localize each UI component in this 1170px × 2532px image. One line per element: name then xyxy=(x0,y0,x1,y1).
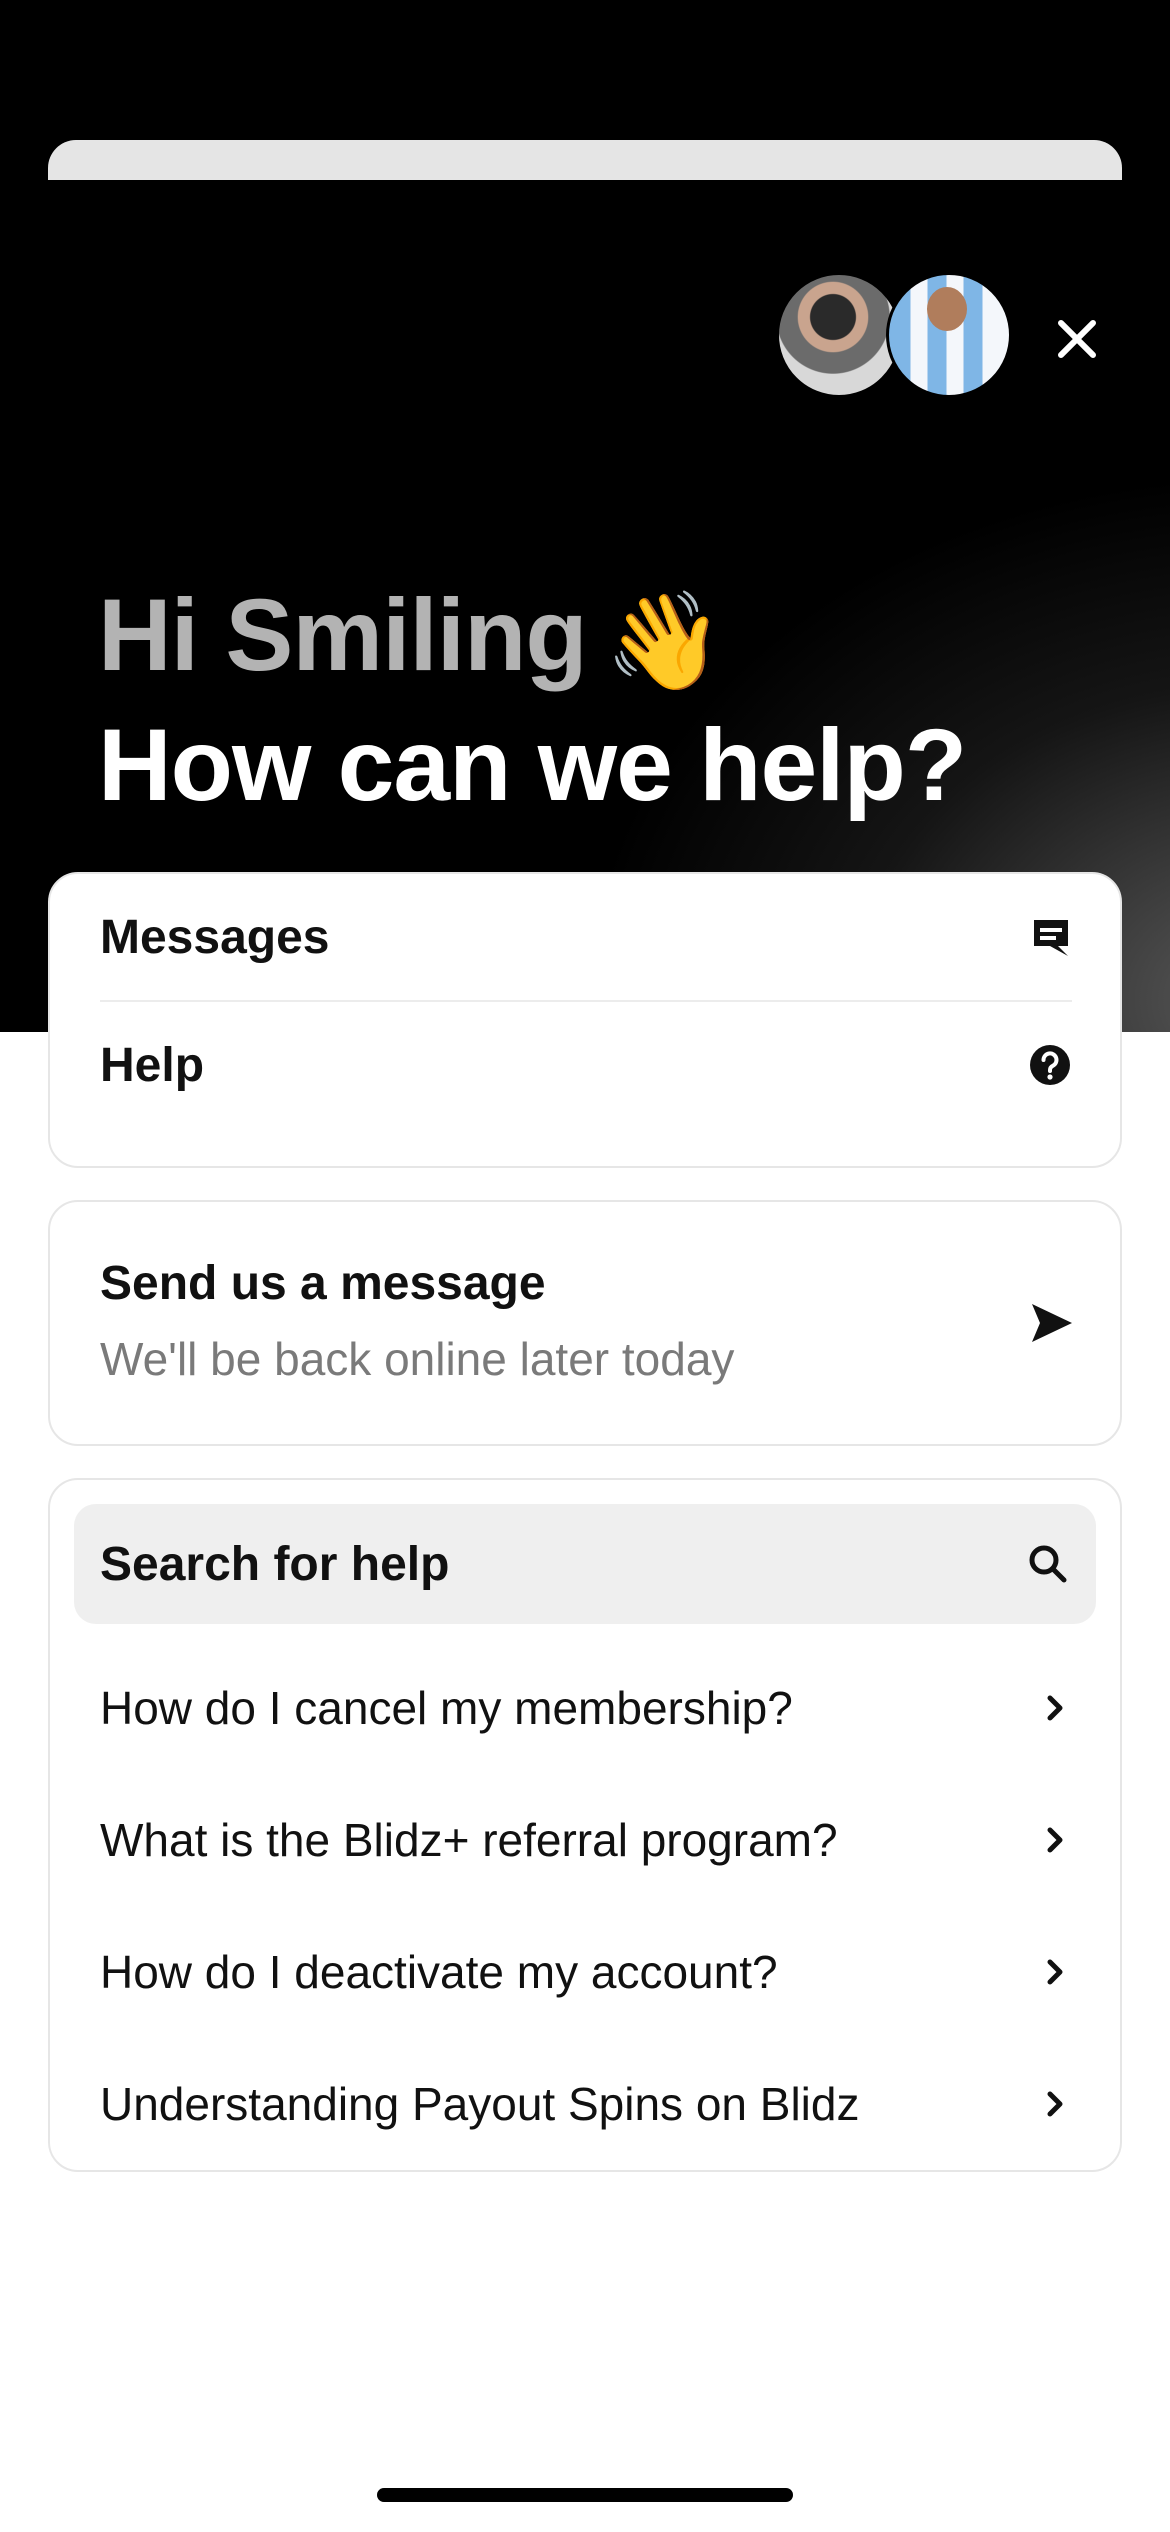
chevron-right-icon xyxy=(1047,1959,1063,1985)
article-title: What is the Blidz+ referral program? xyxy=(100,1814,838,1866)
wave-emoji: 👋 xyxy=(604,588,725,695)
chevron-right-icon xyxy=(1047,1827,1063,1853)
avatar xyxy=(776,272,902,398)
send-message-subtitle: We'll be back online later today xyxy=(100,1333,735,1385)
nav-card: Messages Help xyxy=(48,872,1122,1168)
article-link[interactable]: What is the Blidz+ referral program? xyxy=(100,1780,1072,1900)
close-icon xyxy=(1058,320,1096,358)
greeting-text: Hi Smiling 👋 xyxy=(98,575,725,702)
messages-icon xyxy=(1034,920,1068,956)
messages-label: Messages xyxy=(100,910,330,964)
home-indicator[interactable] xyxy=(377,2488,793,2502)
greeting-label: Hi Smiling xyxy=(98,578,588,692)
search-icon xyxy=(1029,1545,1067,1583)
avatar xyxy=(886,272,1012,398)
article-link[interactable]: Understanding Payout Spins on Blidz xyxy=(100,2044,1072,2164)
send-message-card[interactable]: Send us a message We'll be back online l… xyxy=(48,1200,1122,1446)
messages-button[interactable]: Messages xyxy=(100,874,1072,1002)
article-title: How do I deactivate my account? xyxy=(100,1946,778,1998)
search-help-label: Search for help xyxy=(100,1537,450,1591)
chevron-right-icon xyxy=(1047,1695,1063,1721)
help-card: Search for help How do I cancel my membe… xyxy=(48,1478,1122,2172)
article-link[interactable]: How do I deactivate my account? xyxy=(100,1912,1072,2032)
send-message-title: Send us a message xyxy=(100,1257,546,1310)
sheet-edge xyxy=(48,140,1122,180)
article-title: How do I cancel my membership? xyxy=(100,1682,793,1734)
chevron-right-icon xyxy=(1047,2091,1063,2117)
team-avatars xyxy=(776,272,1012,398)
search-help-button[interactable]: Search for help xyxy=(74,1504,1096,1624)
article-link[interactable]: How do I cancel my membership? xyxy=(100,1648,1072,1768)
help-label: Help xyxy=(100,1038,205,1092)
help-button[interactable]: Help xyxy=(100,1002,1072,1128)
article-title: Understanding Payout Spins on Blidz xyxy=(100,2078,860,2130)
page-title: How can we help? xyxy=(98,708,967,822)
close-button[interactable] xyxy=(1046,308,1108,370)
send-icon xyxy=(1032,1304,1072,1342)
help-icon xyxy=(1030,1045,1070,1085)
